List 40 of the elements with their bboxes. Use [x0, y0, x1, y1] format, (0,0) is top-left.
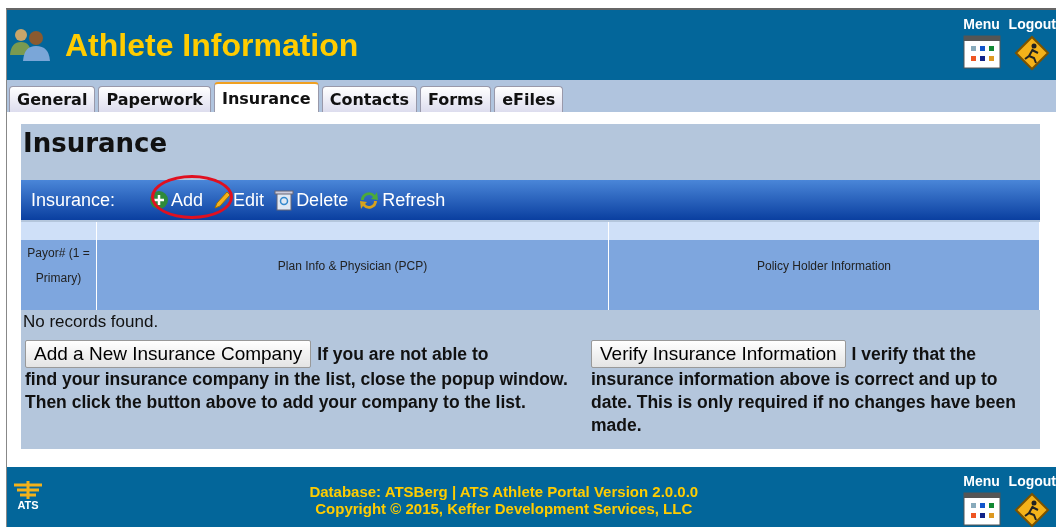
refresh-icon [358, 190, 381, 210]
app-grid-icon [962, 35, 1001, 69]
pencil-icon [213, 190, 232, 210]
tab[interactable]: Forms [419, 86, 492, 112]
refresh-action[interactable]: Refresh [358, 189, 446, 211]
note-text: find your insurance company in the list, close the popup window. Then click the button above to add your company to the list. [25, 368, 569, 414]
note-text: insurance information above is correct and up to date. This is only required if no changes have been made. [591, 368, 1017, 437]
empty-message: No records found. [22, 311, 160, 333]
app-grid-icon [962, 492, 1001, 526]
toolbar-label: Insurance: [31, 189, 116, 211]
menu-link[interactable]: Menu [962, 16, 1001, 71]
logout-link[interactable]: Logout [1008, 473, 1056, 527]
add-company-button[interactable]: Add a New Insurance Company [25, 340, 312, 368]
tab[interactable]: Contacts [321, 86, 417, 112]
logo-text: ATS [17, 499, 39, 511]
runner-sign-icon [1014, 492, 1051, 527]
footer-text: Copyright © 2015, Keffer Development Services, LLC [315, 500, 693, 517]
plus-icon [149, 190, 170, 210]
column-header: Payor# (1 = Primary) [21, 222, 97, 310]
menu-link[interactable]: Menu [962, 473, 1001, 527]
logo-icon [11, 481, 45, 499]
tab[interactable]: Insurance [214, 82, 319, 112]
edit-action[interactable]: Edit [213, 189, 265, 211]
note-text: I verify that the [851, 342, 977, 366]
section-title: Insurance [22, 127, 169, 160]
column-header: Policy Holder Information [609, 222, 1040, 310]
tab[interactable]: Paperwork [98, 86, 211, 112]
trash-icon [274, 189, 295, 211]
delete-action[interactable]: Delete [274, 189, 349, 211]
footer-text: Database: ATSBerg | ATS Athlete Portal Version 2.0.0.0 [309, 483, 699, 500]
note-text: If you are not able to [317, 342, 489, 366]
verify-button[interactable]: Verify Insurance Information [591, 340, 846, 368]
people-icon [9, 27, 51, 63]
runner-sign-icon [1014, 35, 1051, 71]
page-title: Athlete Information [65, 26, 359, 64]
add-action[interactable]: Add [149, 189, 204, 211]
tab[interactable]: General [9, 86, 96, 112]
tab[interactable]: eFiles [494, 86, 564, 112]
column-header: Plan Info & Physician (PCP) [97, 222, 609, 310]
logout-link[interactable]: Logout [1008, 16, 1056, 71]
